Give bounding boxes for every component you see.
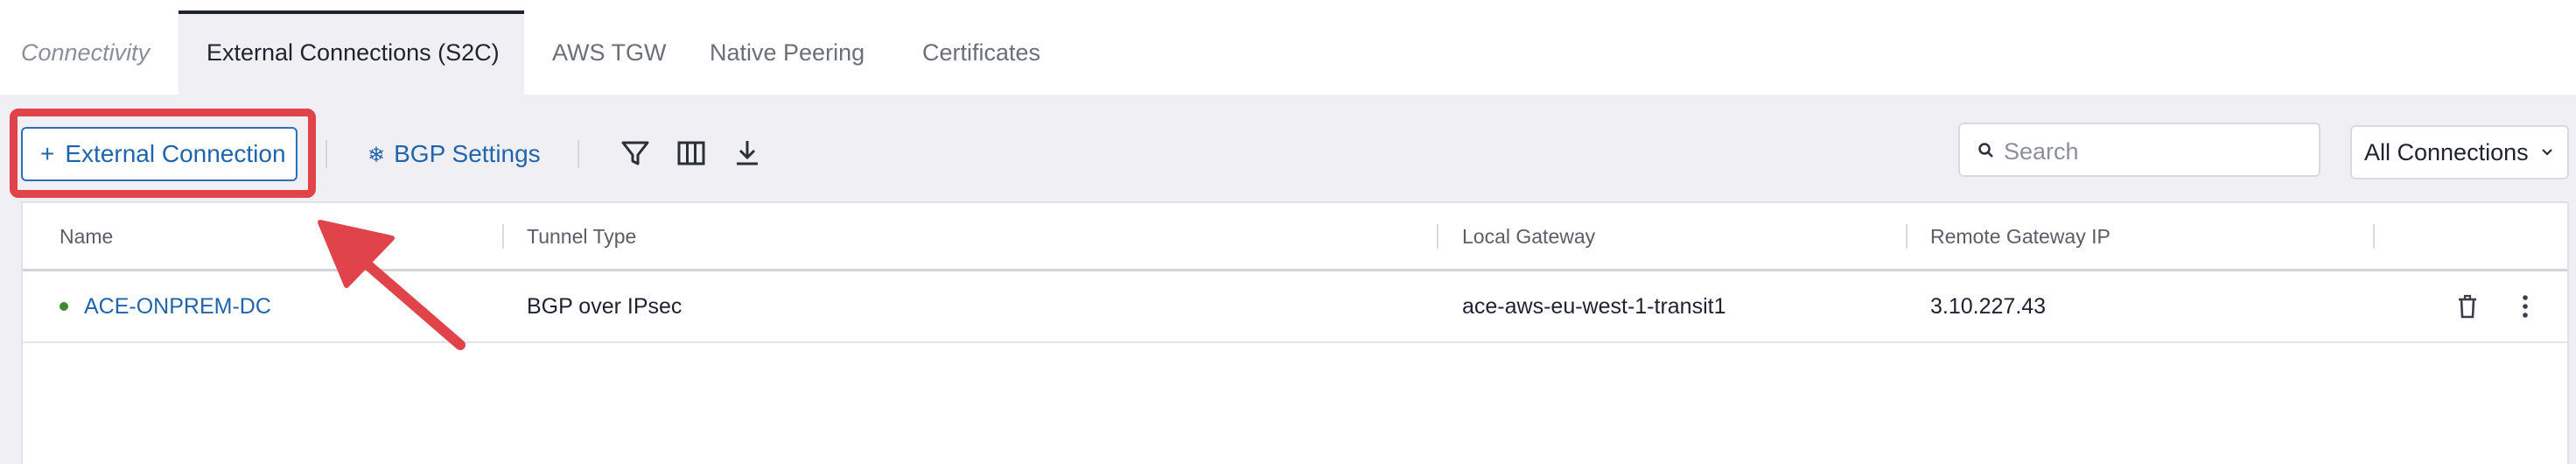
tab-external-connections[interactable]: External Connections (S2C) xyxy=(178,11,524,95)
trash-icon[interactable] xyxy=(2454,292,2482,320)
column-header-name[interactable]: Name xyxy=(60,203,113,270)
gear-icon: ❄ xyxy=(368,144,386,167)
tab-connectivity[interactable]: Connectivity xyxy=(21,11,150,95)
download-icon[interactable] xyxy=(728,134,766,172)
tab-bar: Connectivity External Connections (S2C) … xyxy=(0,11,2576,95)
column-divider xyxy=(1906,224,1908,249)
toolbar-divider xyxy=(326,140,327,168)
columns-icon[interactable] xyxy=(672,134,710,172)
status-indicator xyxy=(60,302,68,311)
connection-name-link[interactable]: ACE-ONPREM-DC xyxy=(84,271,271,341)
tab-certificates[interactable]: Certificates xyxy=(922,11,1040,95)
table-row[interactable]: ACE-ONPREM-DC BGP over IPsec ace-aws-eu-… xyxy=(23,271,2567,343)
more-options-icon[interactable] xyxy=(2511,292,2539,320)
connections-filter-dropdown[interactable]: All Connections xyxy=(2350,125,2569,179)
local-gateway-cell: ace-aws-eu-west-1-transit1 xyxy=(1462,294,1726,319)
highlight-box xyxy=(10,109,316,198)
bgp-settings-label: BGP Settings xyxy=(394,140,541,167)
bgp-settings-button[interactable]: ❄ BGP Settings xyxy=(368,131,541,177)
column-divider xyxy=(2373,224,2375,249)
tab-aws-tgw[interactable]: AWS TGW xyxy=(552,11,667,95)
search-input[interactable] xyxy=(2002,131,2312,172)
dropdown-selected-value: All Connections xyxy=(2364,139,2529,165)
column-header-local-gateway[interactable]: Local Gateway xyxy=(1462,203,1595,270)
table-header: Name Tunnel Type Local Gateway Remote Ga… xyxy=(23,203,2567,271)
tab-native-peering[interactable]: Native Peering xyxy=(710,11,864,95)
remote-gateway-ip-cell: 3.10.227.43 xyxy=(1930,294,2047,319)
column-divider xyxy=(1437,224,1438,249)
filter-icon[interactable] xyxy=(616,134,654,172)
tunnel-type-cell: BGP over IPsec xyxy=(527,294,682,319)
search-icon xyxy=(1978,143,1993,158)
search-box xyxy=(1958,123,2320,177)
chevron-down-icon xyxy=(2542,149,2552,156)
column-divider xyxy=(502,224,504,249)
connections-table: Name Tunnel Type Local Gateway Remote Ga… xyxy=(21,201,2569,464)
toolbar-divider xyxy=(578,140,579,168)
column-header-remote-gateway-ip[interactable]: Remote Gateway IP xyxy=(1930,203,2110,270)
column-header-tunnel-type[interactable]: Tunnel Type xyxy=(527,203,636,270)
